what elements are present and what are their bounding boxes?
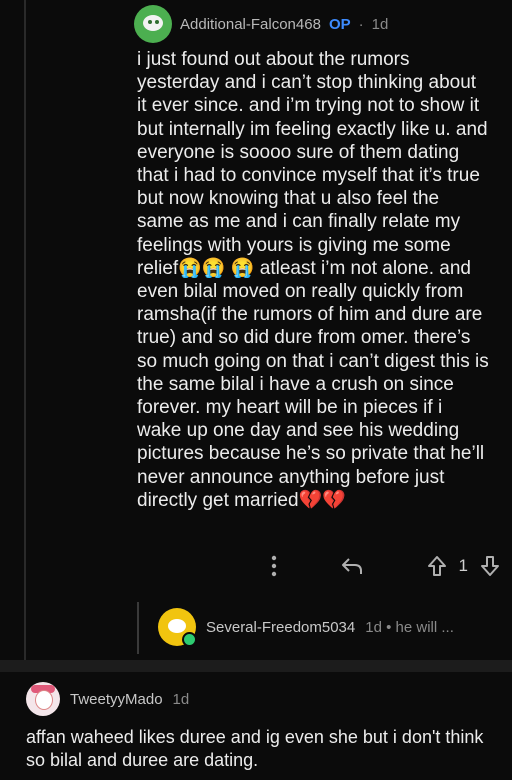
downvote-button[interactable] — [480, 555, 500, 577]
crying-emoji: 😭 — [230, 257, 255, 279]
separator-dot: · — [358, 15, 364, 33]
thread-line — [24, 0, 26, 660]
second-comment-avatar[interactable] — [26, 682, 60, 716]
more-vertical-icon — [271, 555, 277, 577]
reply-button[interactable] — [341, 556, 363, 576]
vote-control: 1 — [427, 555, 500, 577]
reply-arrow-icon — [342, 558, 363, 574]
upvote-arrow-icon — [427, 556, 446, 576]
comment-body-text-1: i just found out about the rumors yester… — [137, 49, 488, 279]
reply-avatar[interactable] — [158, 608, 197, 647]
op-badge: OP — [328, 15, 351, 33]
avatar-head-shape — [143, 15, 163, 31]
upvote-button[interactable] — [427, 555, 447, 577]
comment-username[interactable]: Additional-Falcon468 — [180, 16, 321, 33]
avatar-eye-left — [148, 20, 152, 24]
reply-avatar-snoo-shape — [168, 619, 186, 633]
comment-divider — [0, 660, 512, 672]
avatar-face-shape — [35, 690, 53, 710]
second-comment-header: TweetyyMado 1d — [26, 682, 189, 716]
avatar-eye-right — [155, 20, 159, 24]
avatar[interactable] — [134, 5, 172, 43]
collapsed-reply[interactable]: Several-Freedom5034 1d • he will ... — [158, 608, 454, 647]
downvote-arrow-icon — [481, 556, 499, 576]
comment-body: i just found out about the rumors yester… — [137, 48, 489, 512]
crying-emoji-pair: 😭😭 — [178, 257, 226, 279]
comment-actions: 1 — [270, 552, 500, 580]
reply-thread-line — [137, 602, 139, 654]
reply-username[interactable]: Several-Freedom5034 — [206, 619, 355, 636]
online-status-dot — [182, 632, 197, 647]
comment-body-text-2: atleast i’m not alone. and even bilal mo… — [137, 257, 489, 511]
comment-age: 1d — [371, 15, 389, 33]
second-comment-username[interactable]: TweetyyMado — [70, 691, 163, 708]
second-comment-age: 1d — [172, 690, 190, 708]
more-options-button[interactable] — [270, 555, 278, 577]
second-comment-body: affan waheed likes duree and ig even she… — [26, 727, 484, 770]
vote-count: 1 — [458, 556, 468, 575]
broken-heart-emoji-pair: 💔💔 — [298, 489, 346, 511]
reply-meta: 1d • he will ... — [365, 618, 454, 636]
comment-header: Additional-Falcon468 OP · 1d — [134, 5, 389, 43]
